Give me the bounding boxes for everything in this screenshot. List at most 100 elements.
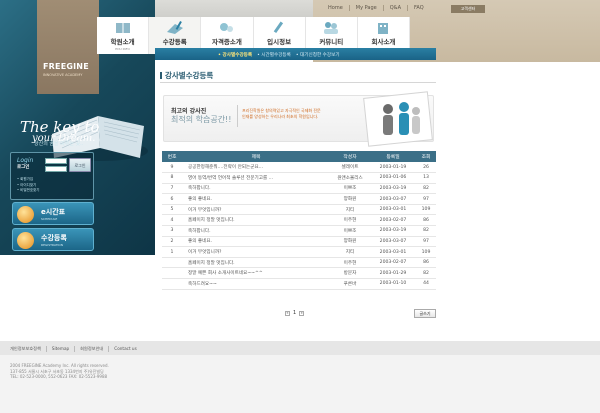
cell-title[interactable]: 좋의 좋네요. bbox=[182, 236, 330, 248]
nav-label: 학원소개 bbox=[110, 38, 135, 46]
schedule-sub: SCHEDULE bbox=[41, 217, 58, 221]
table-row[interactable]: 정말 예쁜 회사 소개사이트네요~~^^ 방문자 2003-01-29 82 bbox=[162, 267, 436, 280]
cell-number: 4 bbox=[162, 214, 182, 227]
footer-link-member-info[interactable]: 회원정보안내 bbox=[74, 346, 108, 352]
write-button[interactable]: 글쓰기 bbox=[414, 309, 436, 318]
brand-tagline: INNOVATIVE ACADEMY bbox=[43, 73, 83, 77]
util-link-mypage[interactable]: My Page bbox=[348, 5, 383, 11]
slogan-korean: 당신의 꿈을 이루는 곳.. bbox=[34, 141, 84, 147]
schedule-label: e시간표 bbox=[41, 208, 66, 216]
brand-tab bbox=[37, 0, 99, 94]
cell-author: 원앤소울리스 bbox=[330, 172, 370, 184]
table-row[interactable]: 9 공공한정해준뭐....전략이 안되는군요... 셀레이트 2003-01-19 26 bbox=[162, 162, 436, 174]
current-page[interactable]: 1 bbox=[293, 310, 296, 316]
cell-title[interactable]: 홈페이지 정말 멋집니다. bbox=[182, 214, 330, 227]
pen-book-icon bbox=[166, 21, 183, 34]
cell-number: 6 bbox=[162, 193, 182, 205]
cell-title[interactable]: 영어 동역/번역 언어적 솔루션 전문기고를 ... bbox=[182, 172, 330, 184]
sub-nav-items: • 강사별수강등록 • 시간별수강등록 • 대기신청한 수강보기 bbox=[218, 52, 340, 58]
subnav-waiting-list[interactable]: • 대기신청한 수강보기 bbox=[296, 52, 340, 58]
cell-date: 2003-02-07 bbox=[370, 257, 416, 269]
cell-date: 2003-03-19 bbox=[370, 225, 416, 237]
cell-views: 26 bbox=[416, 162, 436, 174]
clock-icon bbox=[17, 206, 34, 223]
util-link-home[interactable]: Home bbox=[322, 5, 349, 11]
footer-info: 2004 FREEGINE Academy Inc. All rights re… bbox=[10, 363, 109, 380]
prev-page-button[interactable]: « bbox=[285, 310, 290, 316]
find-password-link[interactable]: • 비밀번호찾기 bbox=[17, 188, 40, 194]
schedule-button[interactable]: e시간표 SCHEDULE bbox=[12, 202, 94, 225]
util-link-qa[interactable]: Q&A bbox=[382, 5, 407, 11]
cell-date: 2003-03-01 bbox=[370, 246, 416, 258]
cell-title[interactable]: 축하합니다. bbox=[182, 183, 330, 195]
book-icon bbox=[115, 23, 130, 33]
table-row[interactable]: 홈페이지 정말 멋집니다. 이주현 2003-02-07 86 bbox=[162, 257, 436, 269]
cell-title[interactable]: 홈페이지 정말 멋집니다. bbox=[182, 257, 330, 269]
nav-label: 자격증소개 bbox=[211, 38, 242, 46]
login-links: • 회원가입 • 아이디찾기 • 비밀번호찾기 bbox=[17, 177, 40, 194]
cell-author: 지티 bbox=[330, 204, 370, 216]
subnav-by-time[interactable]: • 시간별수강등록 bbox=[257, 52, 291, 58]
cell-views: 82 bbox=[416, 183, 436, 195]
cell-number: 7 bbox=[162, 183, 182, 195]
col-header-author: 작성자 bbox=[330, 151, 370, 162]
cell-views: 82 bbox=[416, 267, 436, 280]
user-id-input[interactable] bbox=[45, 158, 67, 164]
login-title: Login bbox=[17, 157, 34, 164]
pagination: « 1 » bbox=[285, 310, 305, 316]
table-row[interactable]: 6 좋의 좋네요. 양화원 2003-03-07 97 bbox=[162, 193, 436, 205]
brand-logo[interactable]: FREEGINE bbox=[43, 62, 89, 71]
cell-views: 86 bbox=[416, 214, 436, 227]
login-button[interactable]: 로그인 bbox=[69, 158, 91, 172]
table-row[interactable]: 2 좋의 좋네요. 양화원 2003-03-07 97 bbox=[162, 236, 436, 248]
registration-button[interactable]: 수강등록 REGISTRATION bbox=[12, 228, 94, 251]
cell-date: 2003-01-10 bbox=[370, 278, 416, 290]
cell-number bbox=[162, 257, 182, 269]
cell-title[interactable]: 축하합니다. bbox=[182, 225, 330, 237]
cell-views: 86 bbox=[416, 257, 436, 269]
cell-date: 2003-01-06 bbox=[370, 172, 416, 184]
cell-title[interactable]: 정말 예쁜 회사 소개사이트네요~~^^ bbox=[182, 267, 330, 280]
footer-link-privacy[interactable]: 개인정보보호정책 bbox=[10, 346, 46, 352]
cell-title[interactable]: 좋의 좋네요. bbox=[182, 193, 330, 205]
nav-item-edu-info[interactable]: 학원소개 EDU INFO bbox=[97, 17, 150, 54]
utility-links: Home My Page Q&A FAQ bbox=[322, 5, 430, 11]
registration-sub: REGISTRATION bbox=[41, 243, 64, 247]
cell-author: 양화원 bbox=[330, 193, 370, 205]
table-row[interactable]: 3 축하합니다. 이쁘조 2003-03-19 82 bbox=[162, 225, 436, 237]
building-icon bbox=[378, 23, 389, 34]
cell-date: 2003-02-07 bbox=[370, 214, 416, 227]
password-input[interactable] bbox=[45, 166, 67, 172]
table-row[interactable]: 7 축하합니다. 이쁘조 2003-03-19 82 bbox=[162, 183, 436, 195]
util-link-faq[interactable]: FAQ bbox=[407, 5, 430, 11]
col-header-date: 등록일 bbox=[370, 151, 416, 162]
cell-views: 44 bbox=[416, 278, 436, 290]
cell-title[interactable]: 축하드려요~~ bbox=[182, 278, 330, 290]
table-row[interactable]: 5 이거 무엇입니까? 지티 2003-03-01 109 bbox=[162, 204, 436, 216]
col-header-number: 번호 bbox=[162, 151, 182, 162]
table-row[interactable]: 축하드려요~~ 푸른바 2003-01-10 44 bbox=[162, 278, 436, 290]
col-header-title: 제목 bbox=[182, 151, 330, 162]
cell-views: 97 bbox=[416, 193, 436, 205]
cell-number: 5 bbox=[162, 204, 182, 216]
customer-center-button[interactable]: 고객센터 bbox=[451, 5, 485, 13]
table-row[interactable]: 8 영어 동역/번역 언어적 솔루션 전문기고를 ... 원앤소울리스 2003-01… bbox=[162, 172, 436, 184]
table-row[interactable]: 1 이거 무엇입니까? 지티 2003-03-01 109 bbox=[162, 246, 436, 258]
footer-link-sitemap[interactable]: Sitemap bbox=[45, 346, 74, 352]
cell-author: 지티 bbox=[330, 246, 370, 258]
banner-desc-2: 인재를 양성하는 우리나라 최초의 학원입니다. bbox=[242, 114, 319, 119]
certificate-icon bbox=[219, 23, 233, 32]
cell-title[interactable]: 이거 무엇입니까? bbox=[182, 204, 330, 216]
cell-number bbox=[162, 278, 182, 290]
table-row[interactable]: 4 홈페이지 정말 멋집니다. 이주현 2003-02-07 86 bbox=[162, 214, 436, 227]
next-page-button[interactable]: » bbox=[299, 310, 305, 316]
cell-date: 2003-01-29 bbox=[370, 267, 416, 280]
cell-date: 2003-01-19 bbox=[370, 162, 416, 174]
subnav-by-instructor[interactable]: • 강사별수강등록 bbox=[218, 52, 252, 58]
cell-title[interactable]: 이거 무엇입니까? bbox=[182, 246, 330, 258]
page: Home My Page Q&A FAQ 고객센터 FREEGINE INNOV… bbox=[0, 0, 600, 413]
page-title: 강사별수강등록 bbox=[160, 70, 213, 81]
footer-link-contact[interactable]: Contact us bbox=[108, 346, 141, 352]
login-subtitle: 로그인 bbox=[17, 165, 30, 170]
cell-title[interactable]: 공공한정해준뭐....전략이 안되는군요... bbox=[182, 162, 330, 174]
